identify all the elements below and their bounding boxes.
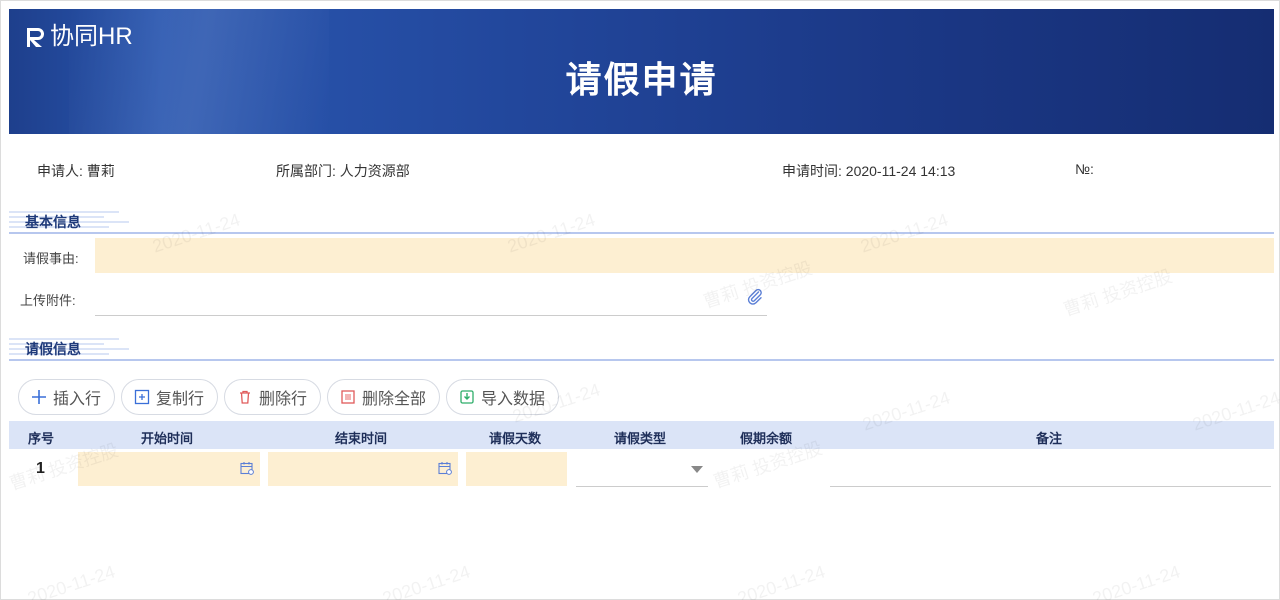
watermark: 2020-11-24 — [1089, 561, 1183, 600]
logo-text: 协同HR — [50, 23, 133, 50]
delete-row-label: 删除行 — [259, 391, 308, 408]
section-underline — [9, 232, 1274, 234]
section-title: 基本信息 — [25, 214, 81, 230]
header-banner: 协同HR 请假申请 — [9, 9, 1274, 134]
section-leave-info: 请假信息 — [9, 337, 1274, 361]
section-basic-info: 基本信息 — [9, 210, 1274, 234]
table-header: 序号 开始时间 结束时间 请假天数 请假类型 假期余额 备注 — [9, 421, 1274, 449]
applicant-value: 曹莉 — [86, 163, 115, 179]
department-info: 所属部门: 人力资源部 — [276, 161, 410, 181]
number-label: №: — [1075, 161, 1094, 177]
apply-time-info: 申请时间: 2020-11-24 14:13 — [782, 161, 955, 181]
col-header-index: 序号 — [28, 431, 55, 446]
delete-all-button[interactable]: 删除全部 — [327, 379, 440, 415]
table-toolbar: 插入行 复制行 删除行 删除全部 导入数据 — [18, 379, 559, 415]
leave-request-page: 协同HR 请假申请 申请人: 曹莉 所属部门: 人力资源部 申请时间: 2020… — [0, 0, 1280, 600]
delete-all-icon — [341, 390, 355, 404]
section-underline — [9, 359, 1274, 361]
page-title: 请假申请 — [565, 59, 718, 100]
calendar-icon[interactable] — [438, 461, 452, 475]
section-title: 请假信息 — [25, 341, 81, 357]
applicant-label: 申请人: — [37, 163, 83, 179]
col-header-days: 请假天数 — [489, 431, 542, 446]
import-data-button[interactable]: 导入数据 — [446, 379, 559, 415]
apply-time-value: 2020-11-24 14:13 — [845, 163, 956, 179]
copy-icon — [134, 389, 150, 405]
insert-row-label: 插入行 — [53, 391, 102, 408]
row-index: 1 — [36, 460, 45, 477]
col-header-leave-type: 请假类型 — [614, 431, 667, 446]
end-time-input[interactable] — [268, 452, 458, 486]
attachment-label: 上传附件: — [20, 293, 76, 308]
reason-input[interactable] — [95, 238, 1274, 273]
plus-icon — [32, 390, 46, 404]
apply-time-label: 申请时间: — [782, 163, 842, 179]
copy-row-label: 复制行 — [156, 391, 205, 408]
delete-all-label: 删除全部 — [362, 391, 427, 408]
remark-input[interactable] — [830, 486, 1271, 487]
col-header-start-time: 开始时间 — [141, 431, 194, 446]
logo: 协同HR — [25, 25, 133, 49]
delete-row-button[interactable]: 删除行 — [224, 379, 321, 415]
number-info: №: — [1075, 161, 1094, 177]
watermark: 2020-11-24 — [24, 561, 118, 600]
calendar-icon[interactable] — [240, 461, 254, 475]
paperclip-icon[interactable] — [746, 287, 764, 305]
chevron-down-icon[interactable] — [691, 466, 703, 473]
attachment-input[interactable] — [95, 315, 767, 316]
col-header-balance: 假期余额 — [740, 431, 793, 446]
start-time-input[interactable] — [78, 452, 260, 486]
col-header-remark: 备注 — [1036, 431, 1063, 446]
reason-label: 请假事由: — [23, 251, 79, 266]
copy-row-button[interactable]: 复制行 — [121, 379, 218, 415]
trash-icon — [240, 390, 250, 404]
import-icon — [460, 390, 474, 404]
logo-r-icon — [27, 28, 44, 47]
watermark: 2020-11-24 — [734, 561, 828, 600]
import-data-label: 导入数据 — [481, 391, 546, 408]
days-input[interactable] — [466, 452, 567, 486]
applicant-info: 申请人: 曹莉 — [37, 161, 115, 181]
watermark: 2020-11-24 — [379, 561, 473, 600]
leave-type-select[interactable] — [576, 486, 708, 487]
insert-row-button[interactable]: 插入行 — [18, 379, 115, 415]
department-value: 人力资源部 — [339, 163, 410, 179]
col-header-end-time: 结束时间 — [335, 431, 388, 446]
department-label: 所属部门: — [276, 163, 336, 179]
